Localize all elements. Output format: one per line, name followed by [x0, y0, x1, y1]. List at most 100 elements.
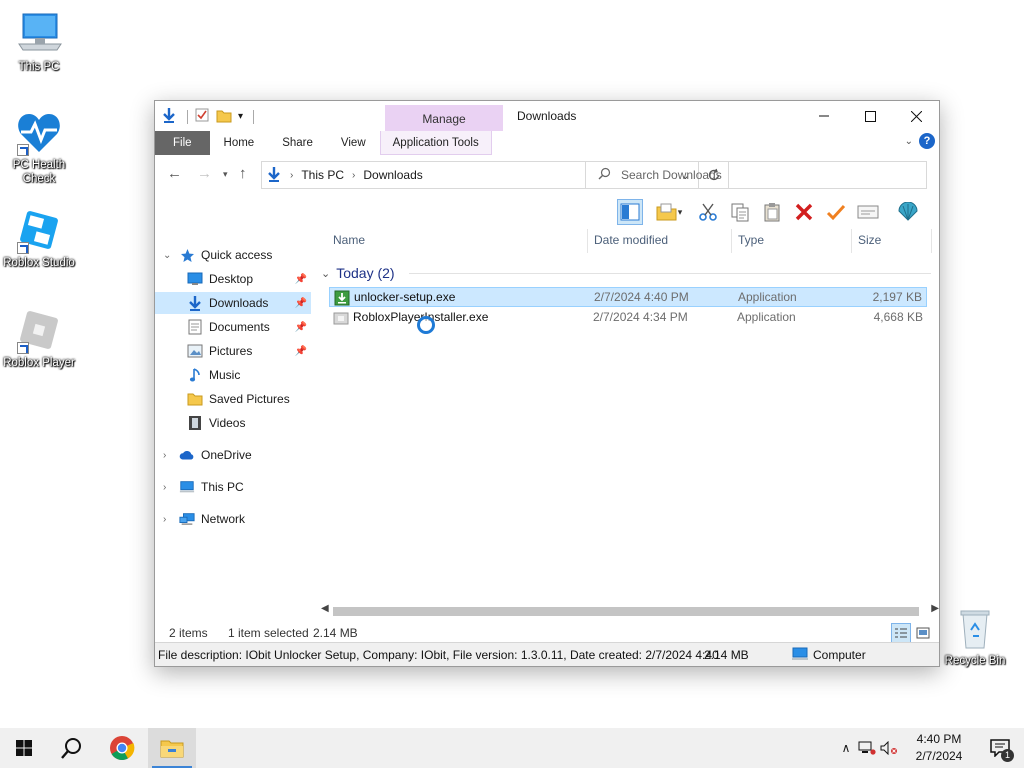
chevron-right-icon[interactable]: ›	[163, 450, 166, 461]
computer-icon	[179, 479, 195, 495]
chevron-right-icon[interactable]: ›	[163, 514, 166, 525]
breadcrumb-downloads[interactable]: Downloads	[363, 168, 422, 182]
nav-desktop[interactable]: Desktop 📌	[155, 268, 311, 290]
column-name[interactable]: Name	[333, 233, 365, 247]
desktop-icon-recycle-bin[interactable]: Recycle Bin	[936, 604, 1014, 668]
close-button[interactable]	[893, 101, 939, 131]
search-icon	[598, 167, 611, 183]
tab-application-tools[interactable]: Application Tools	[379, 131, 492, 155]
file-date: 2/7/2024 4:34 PM	[593, 310, 688, 324]
item-count: 2 items	[169, 626, 208, 640]
delete-icon[interactable]	[791, 199, 817, 225]
scrollbar-thumb[interactable]	[333, 607, 919, 616]
nav-documents[interactable]: Documents 📌	[155, 316, 311, 338]
shell-extension-icon[interactable]	[895, 199, 921, 225]
horizontal-scrollbar[interactable]: ◀ ▶	[319, 603, 939, 619]
tab-file[interactable]: File	[155, 131, 210, 155]
chevron-right-icon[interactable]: ›	[290, 170, 293, 181]
nav-music[interactable]: Music	[155, 364, 311, 386]
clock[interactable]: 4:40 PM 2/7/2024	[902, 731, 976, 765]
window-controls	[801, 101, 939, 131]
desktop-icon-roblox-studio[interactable]: Roblox Studio	[0, 206, 78, 270]
downloads-arrow-icon	[161, 107, 177, 126]
breadcrumb-this-pc[interactable]: This PC	[301, 168, 344, 182]
desktop-icon-roblox-player[interactable]: Roblox Player	[0, 306, 78, 370]
new-folder-icon[interactable]	[216, 107, 232, 126]
help-icon[interactable]: ?	[919, 133, 935, 149]
shortcut-arrow-icon	[17, 144, 29, 156]
ribbon-right-controls: ⌄ ?	[905, 133, 935, 149]
search-input[interactable]: Search Downloads	[585, 161, 927, 189]
column-date-modified[interactable]: Date modified	[594, 233, 668, 247]
title-bar: ▾ Manage Downloads	[155, 101, 939, 131]
properties-card-icon[interactable]	[855, 199, 881, 225]
properties-icon[interactable]	[194, 107, 210, 126]
start-button[interactable]	[0, 728, 48, 768]
group-label: Today (2)	[336, 265, 395, 281]
busy-cursor-icon	[417, 316, 435, 334]
desktop-icon-label: Recycle Bin	[944, 655, 1006, 667]
nav-this-pc[interactable]: › This PC	[155, 476, 311, 498]
scroll-left-icon[interactable]: ◀	[321, 603, 329, 614]
large-icons-view-icon[interactable]	[913, 623, 933, 643]
ribbon-tabs: File Home Share View Application Tools	[155, 131, 939, 155]
chevron-down-icon[interactable]: ⌄	[163, 250, 171, 261]
shortcut-arrow-icon	[17, 242, 29, 254]
rename-check-icon[interactable]	[823, 199, 849, 225]
column-type[interactable]: Type	[738, 233, 764, 247]
network-icon[interactable]	[856, 741, 878, 755]
chevron-down-icon[interactable]: ⌄	[321, 267, 330, 280]
chevron-up-icon[interactable]: ∧	[836, 741, 856, 755]
details-view-icon[interactable]	[891, 623, 911, 643]
column-size[interactable]: Size	[858, 233, 881, 247]
forward-button[interactable]: →	[197, 165, 212, 182]
up-button[interactable]: ↑	[239, 165, 247, 182]
maximize-button[interactable]	[847, 101, 893, 131]
nav-quick-access[interactable]: ⌄ Quick access	[155, 244, 311, 266]
pictures-icon	[187, 343, 203, 359]
nav-label: Documents	[209, 320, 270, 334]
cut-icon[interactable]	[695, 199, 721, 225]
preview-pane-button[interactable]	[617, 199, 643, 225]
divider	[187, 109, 188, 124]
taskbar: ∧ 4:40 PM 2/7/2024 1	[0, 728, 1024, 768]
expand-ribbon-icon[interactable]: ⌄	[905, 136, 913, 147]
divider	[731, 229, 732, 253]
paste-icon[interactable]	[759, 199, 785, 225]
back-button[interactable]: ←	[167, 165, 182, 182]
nav-saved-pictures[interactable]: Saved Pictures	[155, 388, 311, 410]
file-explorer-taskbar-button[interactable]	[148, 728, 196, 768]
desktop-icon-this-pc[interactable]: This PC	[0, 10, 78, 74]
scroll-right-icon[interactable]: ▶	[931, 603, 939, 614]
recent-locations-icon[interactable]: ▾	[223, 169, 228, 180]
tab-home[interactable]: Home	[210, 131, 269, 155]
customize-qat-icon[interactable]: ▾	[238, 111, 243, 122]
tab-view[interactable]: View	[327, 131, 380, 155]
tab-share[interactable]: Share	[268, 131, 327, 155]
desktop-icon-pc-health-check[interactable]: PC Health Check	[0, 108, 78, 186]
nav-network[interactable]: › Network	[155, 508, 311, 530]
manage-context-tab[interactable]: Manage	[385, 105, 503, 131]
details-info-bar: File description: IObit Unlocker Setup, …	[155, 642, 939, 666]
nav-downloads[interactable]: Downloads 📌	[155, 292, 311, 314]
roblox-studio-icon	[15, 206, 63, 254]
chevron-right-icon[interactable]: ›	[352, 170, 355, 181]
film-icon	[187, 415, 203, 431]
downloads-arrow-icon	[266, 166, 282, 185]
chevron-right-icon[interactable]: ›	[163, 482, 166, 493]
nav-onedrive[interactable]: › OneDrive	[155, 444, 311, 466]
copy-icon[interactable]	[727, 199, 753, 225]
address-row: ← → ▾ ↑ › This PC › Downloads ⌄ Search D…	[155, 159, 939, 191]
file-row[interactable]: unlocker-setup.exe 2/7/2024 4:40 PM Appl…	[329, 287, 927, 307]
nav-pictures[interactable]: Pictures 📌	[155, 340, 311, 362]
status-bar: 2 items 1 item selected 2.14 MB	[155, 623, 939, 643]
group-header-today[interactable]: ⌄ Today (2)	[321, 263, 931, 283]
minimize-button[interactable]	[801, 101, 847, 131]
volume-muted-icon[interactable]	[878, 741, 900, 755]
nav-label: Saved Pictures	[209, 392, 290, 406]
change-view-button[interactable]: ▾	[649, 199, 689, 225]
chrome-taskbar-button[interactable]	[98, 728, 146, 768]
search-button[interactable]	[48, 728, 96, 768]
notifications-button[interactable]: 1	[976, 728, 1024, 768]
nav-videos[interactable]: Videos	[155, 412, 311, 434]
